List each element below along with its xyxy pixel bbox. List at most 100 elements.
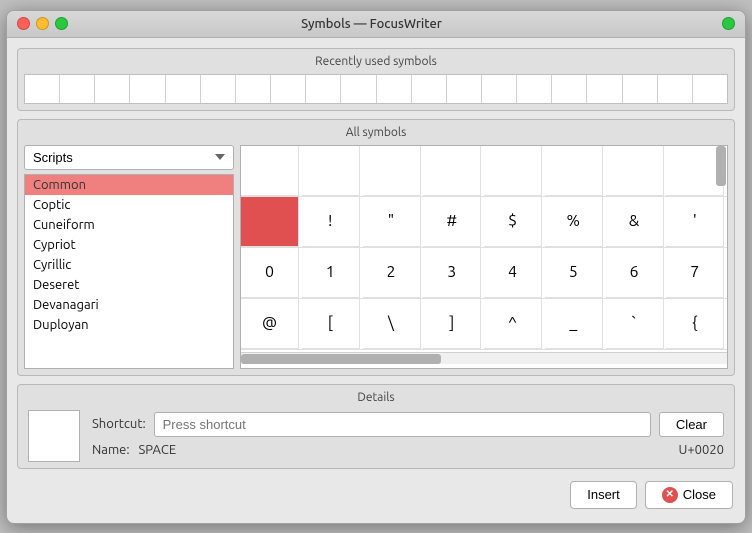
symbol-cell-at[interactable]: @: [241, 299, 299, 349]
recent-cell-3[interactable]: [95, 75, 129, 103]
symbol-cell-empty-7[interactable]: [606, 146, 664, 196]
script-item-duployan[interactable]: Duployan: [25, 315, 233, 335]
name-row: Name: SPACE U+0020: [92, 443, 724, 457]
unicode-value: U+0020: [678, 443, 724, 457]
symbol-cell-underscore[interactable]: _: [545, 299, 603, 349]
symbol-cell-dollar[interactable]: $: [484, 197, 542, 247]
symbol-cell-7[interactable]: 7: [666, 248, 724, 298]
minimize-window-button[interactable]: [36, 17, 49, 30]
name-value: SPACE: [139, 443, 177, 457]
name-label: Name:: [92, 443, 130, 457]
recent-cell-9[interactable]: [306, 75, 340, 103]
close-button[interactable]: ✕ Close: [645, 481, 733, 509]
shortcut-input[interactable]: [154, 412, 651, 437]
recent-cell-11[interactable]: [377, 75, 411, 103]
title-bar: Symbols — FocusWriter: [7, 11, 745, 38]
symbol-cell-empty-1[interactable]: [241, 146, 299, 196]
symbol-cell-caret[interactable]: ^: [484, 299, 542, 349]
maximize-window-button[interactable]: [55, 17, 68, 30]
recent-cell-1[interactable]: [25, 75, 59, 103]
symbol-cell-1[interactable]: 1: [302, 248, 360, 298]
window-content: Recently used symbols: [7, 38, 745, 523]
recent-cell-8[interactable]: [271, 75, 305, 103]
script-item-cuneiform[interactable]: Cuneiform: [25, 215, 233, 235]
hscrollbar-thumb[interactable]: [241, 354, 441, 364]
scripts-dropdown[interactable]: Scripts: [24, 145, 234, 170]
symbol-cell-rbracket[interactable]: ]: [423, 299, 481, 349]
shortcut-row: Shortcut: Clear: [92, 412, 724, 437]
details-title: Details: [28, 391, 724, 404]
recent-cell-12[interactable]: [412, 75, 446, 103]
title-right: [675, 17, 735, 30]
symbol-cell-3[interactable]: 3: [423, 248, 481, 298]
symbol-preview: [28, 410, 80, 462]
symbol-cell-2[interactable]: 2: [363, 248, 421, 298]
symbol-row-2: 0 1 2 3 4 5 6 7: [241, 248, 727, 299]
scripts-list[interactable]: Common Coptic Cuneiform Cypriot Cyrillic…: [24, 174, 234, 369]
recent-cell-2[interactable]: [60, 75, 94, 103]
symbol-cell-percent[interactable]: %: [545, 197, 603, 247]
details-inner: Shortcut: Clear Name: SPACE U+0020: [28, 410, 724, 462]
bottom-bar: Insert ✕ Close: [17, 477, 735, 513]
recent-cell-18[interactable]: [623, 75, 657, 103]
window-title: Symbols — FocusWriter: [68, 17, 675, 31]
symbol-cell-lbracket[interactable]: [: [302, 299, 360, 349]
recent-cell-13[interactable]: [447, 75, 481, 103]
symbol-cell-backtick[interactable]: `: [606, 299, 664, 349]
recent-cell-7[interactable]: [236, 75, 270, 103]
symbol-cell-lbrace[interactable]: {: [666, 299, 724, 349]
recent-cell-15[interactable]: [517, 75, 551, 103]
symbol-row-0: [241, 146, 727, 197]
script-item-coptic[interactable]: Coptic: [25, 195, 233, 215]
symbol-cell-empty-3[interactable]: [363, 146, 421, 196]
recent-cell-5[interactable]: [166, 75, 200, 103]
script-item-cypriot[interactable]: Cypriot: [25, 235, 233, 255]
symbol-cell-4[interactable]: 4: [484, 248, 542, 298]
close-icon: ✕: [662, 487, 678, 503]
scripts-sidebar: Scripts Common Coptic Cuneiform Cypriot …: [24, 145, 234, 369]
recent-cell-16[interactable]: [552, 75, 586, 103]
symbol-cell-empty-5[interactable]: [484, 146, 542, 196]
close-window-button[interactable]: [17, 17, 30, 30]
script-item-deseret[interactable]: Deseret: [25, 275, 233, 295]
all-symbols-title: All symbols: [24, 126, 728, 139]
recent-cell-10[interactable]: [341, 75, 375, 103]
symbol-cell-ampersand[interactable]: &: [606, 197, 664, 247]
recent-cell-19[interactable]: [658, 75, 692, 103]
recently-used-grid: [24, 74, 728, 104]
recent-cell-4[interactable]: [130, 75, 164, 103]
symbols-hscrollbar[interactable]: [241, 352, 727, 364]
script-item-common[interactable]: Common: [25, 175, 233, 195]
symbol-cell-space[interactable]: [241, 197, 299, 247]
recent-cell-20[interactable]: [693, 75, 727, 103]
symbol-cell-5[interactable]: 5: [545, 248, 603, 298]
symbol-cell-empty-6[interactable]: [545, 146, 603, 196]
vscrollbar-thumb[interactable]: [716, 146, 726, 186]
script-item-cyrillic[interactable]: Cyrillic: [25, 255, 233, 275]
all-symbols-panel: All symbols Scripts Common Coptic Cuneif…: [17, 119, 735, 376]
symbol-cell-0[interactable]: 0: [241, 248, 299, 298]
main-window: Symbols — FocusWriter Recently used symb…: [6, 10, 746, 524]
symbol-cell-exclaim[interactable]: !: [302, 197, 360, 247]
recent-cell-14[interactable]: [482, 75, 516, 103]
symbol-cell-quote[interactable]: ": [363, 197, 421, 247]
recent-cell-6[interactable]: [201, 75, 235, 103]
all-symbols-inner: Scripts Common Coptic Cuneiform Cypriot …: [24, 145, 728, 369]
recently-used-title: Recently used symbols: [24, 55, 728, 68]
symbols-grid-outer: ! " # $ % & ' 0 1 2 3 4: [240, 145, 728, 369]
window-controls: [17, 17, 68, 30]
symbol-row-3: @ [ \ ] ^ _ ` {: [241, 299, 727, 350]
symbol-cell-hash[interactable]: #: [423, 197, 481, 247]
name-text: Name: SPACE: [92, 443, 176, 457]
symbol-cell-6[interactable]: 6: [606, 248, 664, 298]
clear-button[interactable]: Clear: [659, 412, 724, 437]
insert-button[interactable]: Insert: [570, 481, 637, 509]
script-item-devanagari[interactable]: Devanagari: [25, 295, 233, 315]
symbol-cell-backslash[interactable]: \: [363, 299, 421, 349]
details-fields: Shortcut: Clear Name: SPACE U+0020: [92, 410, 724, 457]
close-label: Close: [683, 487, 716, 502]
symbol-cell-empty-2[interactable]: [302, 146, 360, 196]
symbol-cell-empty-4[interactable]: [423, 146, 481, 196]
recent-cell-17[interactable]: [587, 75, 621, 103]
symbol-cell-apos[interactable]: ': [666, 197, 724, 247]
